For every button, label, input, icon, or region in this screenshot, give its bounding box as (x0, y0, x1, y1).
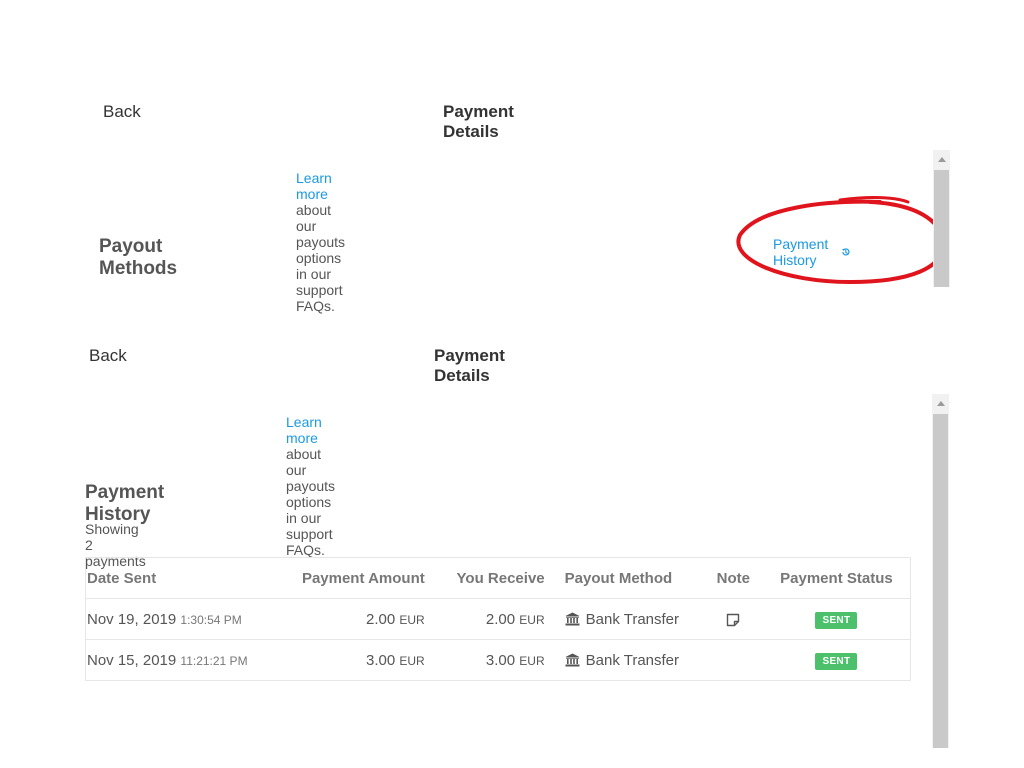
learn-more-link[interactable]: Learn more (296, 170, 332, 202)
back-button[interactable]: Back (103, 102, 141, 122)
learn-more-link[interactable]: Learn more (286, 414, 322, 446)
receive-cell: 3.00 EUR (435, 640, 555, 681)
status-cell: SENT (762, 598, 911, 640)
bank-icon (565, 653, 580, 666)
receive-cell: 2.00 EUR (434, 598, 555, 640)
col-payment-status[interactable]: Payment Status (762, 557, 911, 599)
scrollbar-thumb[interactable] (934, 170, 949, 287)
receive-currency: EUR (519, 612, 545, 627)
learn-more-text: Learn more about our payouts options in … (286, 414, 335, 558)
payout-methods-heading: Payout Methods (99, 236, 178, 279)
payment-history-heading: Payment History (85, 482, 165, 525)
amount-currency: EUR (399, 612, 425, 627)
note-cell (703, 598, 763, 640)
time: 1:30:54 PM (180, 612, 242, 627)
back-button[interactable]: Back (89, 346, 127, 366)
status-badge: SENT (815, 611, 858, 629)
time: 11:21:21 PM (180, 653, 248, 668)
learn-more-description: about our payouts options in our support… (296, 202, 346, 314)
date-cell: Nov 15, 2019 11:21:21 PM (86, 640, 277, 681)
status-badge: SENT (815, 652, 858, 670)
method: Bank Transfer (585, 610, 680, 628)
red-annotation-circle (736, 196, 946, 285)
scrollbar-thumb[interactable] (933, 414, 948, 748)
note-icon[interactable] (726, 613, 740, 627)
receive-currency: EUR (519, 653, 545, 668)
receive: 3.00 (485, 651, 516, 669)
table-row[interactable]: Nov 19, 2019 1:30:54 PM 2.00 EUR 2.00 EU… (85, 598, 911, 640)
method-cell: Bank Transfer (555, 640, 704, 681)
method-cell: Bank Transfer (554, 598, 704, 640)
date-cell: Nov 19, 2019 1:30:54 PM (85, 598, 277, 640)
date: Nov 15, 2019 (87, 651, 177, 669)
amount-cell: 2.00 EUR (276, 598, 435, 640)
status-cell: SENT (763, 640, 911, 681)
learn-more-description: about our payouts options in our support… (286, 446, 336, 558)
note-cell (704, 640, 763, 681)
amount-currency: EUR (399, 653, 425, 668)
table-row[interactable]: Nov 15, 2019 11:21:21 PM 3.00 EUR 3.00 E… (86, 640, 911, 681)
col-date-sent[interactable]: Date Sent (85, 557, 277, 599)
learn-more-text: Learn more about our payouts options in … (296, 170, 345, 314)
bank-icon (565, 612, 580, 625)
scroll-up-arrow-icon[interactable] (938, 157, 946, 162)
amount-cell: 3.00 EUR (276, 640, 434, 681)
col-you-receive[interactable]: You Receive (434, 557, 555, 599)
scroll-up-arrow-icon[interactable] (937, 401, 945, 406)
page-title: Payment Details (434, 346, 505, 385)
col-payment-amount[interactable]: Payment Amount (276, 557, 435, 599)
col-note[interactable]: Note (703, 557, 763, 599)
method: Bank Transfer (585, 651, 680, 669)
date: Nov 19, 2019 (87, 610, 177, 628)
amount: 3.00 (366, 651, 396, 669)
page-title: Payment Details (443, 102, 514, 141)
col-payout-method[interactable]: Payout Method (554, 557, 704, 599)
table-header-row: Date Sent Payment Amount You Receive Pay… (85, 557, 911, 599)
payment-history-table: Date Sent Payment Amount You Receive Pay… (85, 557, 911, 681)
receive: 2.00 (485, 610, 516, 628)
amount: 2.00 (366, 610, 396, 628)
